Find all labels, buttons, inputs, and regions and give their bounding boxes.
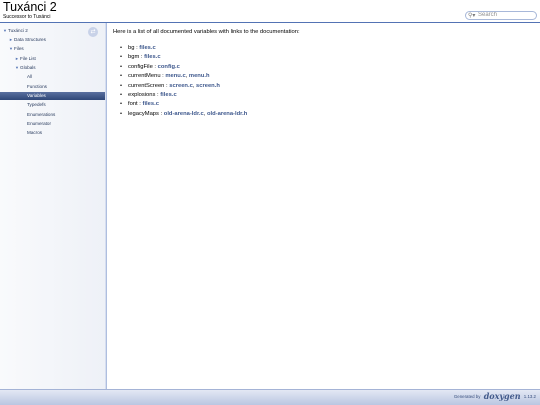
list-item: legacyMaps : old-arena-ldr.c, old-arena-… xyxy=(121,110,247,119)
file-link[interactable]: files.c xyxy=(144,54,160,60)
sidebar-item-label: Enumerator xyxy=(27,121,52,126)
sidebar-item-label: Tuxánci 2 xyxy=(8,28,28,33)
list-item: font : files.c xyxy=(121,100,247,109)
file-link[interactable]: old-arena-ldr.c xyxy=(164,111,204,117)
sidebar-item-macros[interactable]: Macros xyxy=(0,129,105,137)
list-item: explosions : files.c xyxy=(121,91,247,100)
list-item: bgm : files.c xyxy=(121,53,247,62)
page-header: Tuxánci 2 Successor to Tuxánci ⚲▾ xyxy=(0,0,540,23)
doxygen-logo[interactable]: doxygen xyxy=(484,392,521,400)
variable-list: bg : files.cbgm : files.cconfigFile : co… xyxy=(121,44,247,119)
main-content: Here is a list of all documented variabl… xyxy=(107,23,540,389)
variable-name: font xyxy=(128,101,138,108)
sidebar-item-file-list[interactable]: ►File List xyxy=(0,55,105,63)
sidebar-item-label: Functions xyxy=(27,84,47,89)
file-link[interactable]: screen.c xyxy=(169,83,193,89)
file-link[interactable]: files.c xyxy=(139,45,155,51)
list-item: configFile : config.c xyxy=(121,63,247,72)
variable-name: configFile xyxy=(128,63,153,70)
generated-by-label: Generated by xyxy=(453,394,481,399)
project-name: Tuxánci 2 xyxy=(3,0,57,14)
sidebar-item-typedefs[interactable]: Typedefs xyxy=(0,101,105,109)
variable-name: currentMenu xyxy=(128,73,161,80)
sidebar-item-label: Enumerations xyxy=(27,112,56,117)
search-icon[interactable]: ⚲▾ xyxy=(468,12,475,20)
sidebar-item-label: File List xyxy=(20,56,36,61)
sidebar-item-label: Files xyxy=(14,46,24,51)
list-item: currentMenu : menu.c, menu.h xyxy=(121,72,247,81)
file-link[interactable]: files.c xyxy=(143,101,159,107)
sidebar-item-label: Macros xyxy=(27,130,43,135)
sidebar-item-data-structures[interactable]: ►Data Structures xyxy=(0,36,105,44)
search-input[interactable] xyxy=(478,12,534,19)
footer-text: Generated by doxygen 1.13.2 xyxy=(454,392,536,402)
sidebar-item-globals[interactable]: ▼Globals xyxy=(0,64,105,72)
sidebar-item-label: Typedefs xyxy=(27,102,46,107)
file-link[interactable]: old-arena-ldr.h xyxy=(207,111,247,117)
sidebar-item-label: Globals xyxy=(20,65,36,70)
doxygen-version: 1.13.2 xyxy=(523,394,536,399)
intro-text: Here is a list of all documented variabl… xyxy=(113,29,300,35)
sidebar-item-label: All xyxy=(27,74,33,79)
sidebar-item-files[interactable]: ▼Files xyxy=(0,45,105,53)
variable-name: currentScreen xyxy=(128,82,165,89)
sidebar-item-all[interactable]: All xyxy=(0,73,105,81)
variable-name: bgm xyxy=(128,54,140,61)
file-link[interactable]: config.c xyxy=(158,64,180,70)
project-brief: Successor to Tuxánci xyxy=(3,14,51,20)
file-link[interactable]: menu.h xyxy=(189,73,210,79)
variable-name: legacyMaps xyxy=(128,110,159,117)
file-link[interactable]: files.c xyxy=(160,92,176,98)
sidebar-item-enumerator[interactable]: Enumerator xyxy=(0,120,105,128)
sidebar-item-variables[interactable]: Variables xyxy=(0,92,105,100)
variable-name: bg xyxy=(128,45,135,51)
file-link[interactable]: menu.c xyxy=(165,73,185,79)
search-box[interactable]: ⚲▾ xyxy=(465,11,537,20)
footer-bar: Generated by doxygen 1.13.2 xyxy=(0,389,540,405)
sidebar-item-label: Variables xyxy=(27,93,46,98)
variable-name: explosions xyxy=(128,91,156,98)
sidebar-item-tux-nci-2[interactable]: ▼Tuxánci 2 xyxy=(0,27,105,35)
sidebar-item-enumerations[interactable]: Enumerations xyxy=(0,111,105,119)
file-link[interactable]: screen.h xyxy=(196,83,220,89)
list-item: currentScreen : screen.c, screen.h xyxy=(121,82,247,91)
sidebar-item-label: Data Structures xyxy=(14,37,46,42)
sidebar-item-functions[interactable]: Functions xyxy=(0,83,105,91)
list-item: bg : files.c xyxy=(121,44,247,53)
